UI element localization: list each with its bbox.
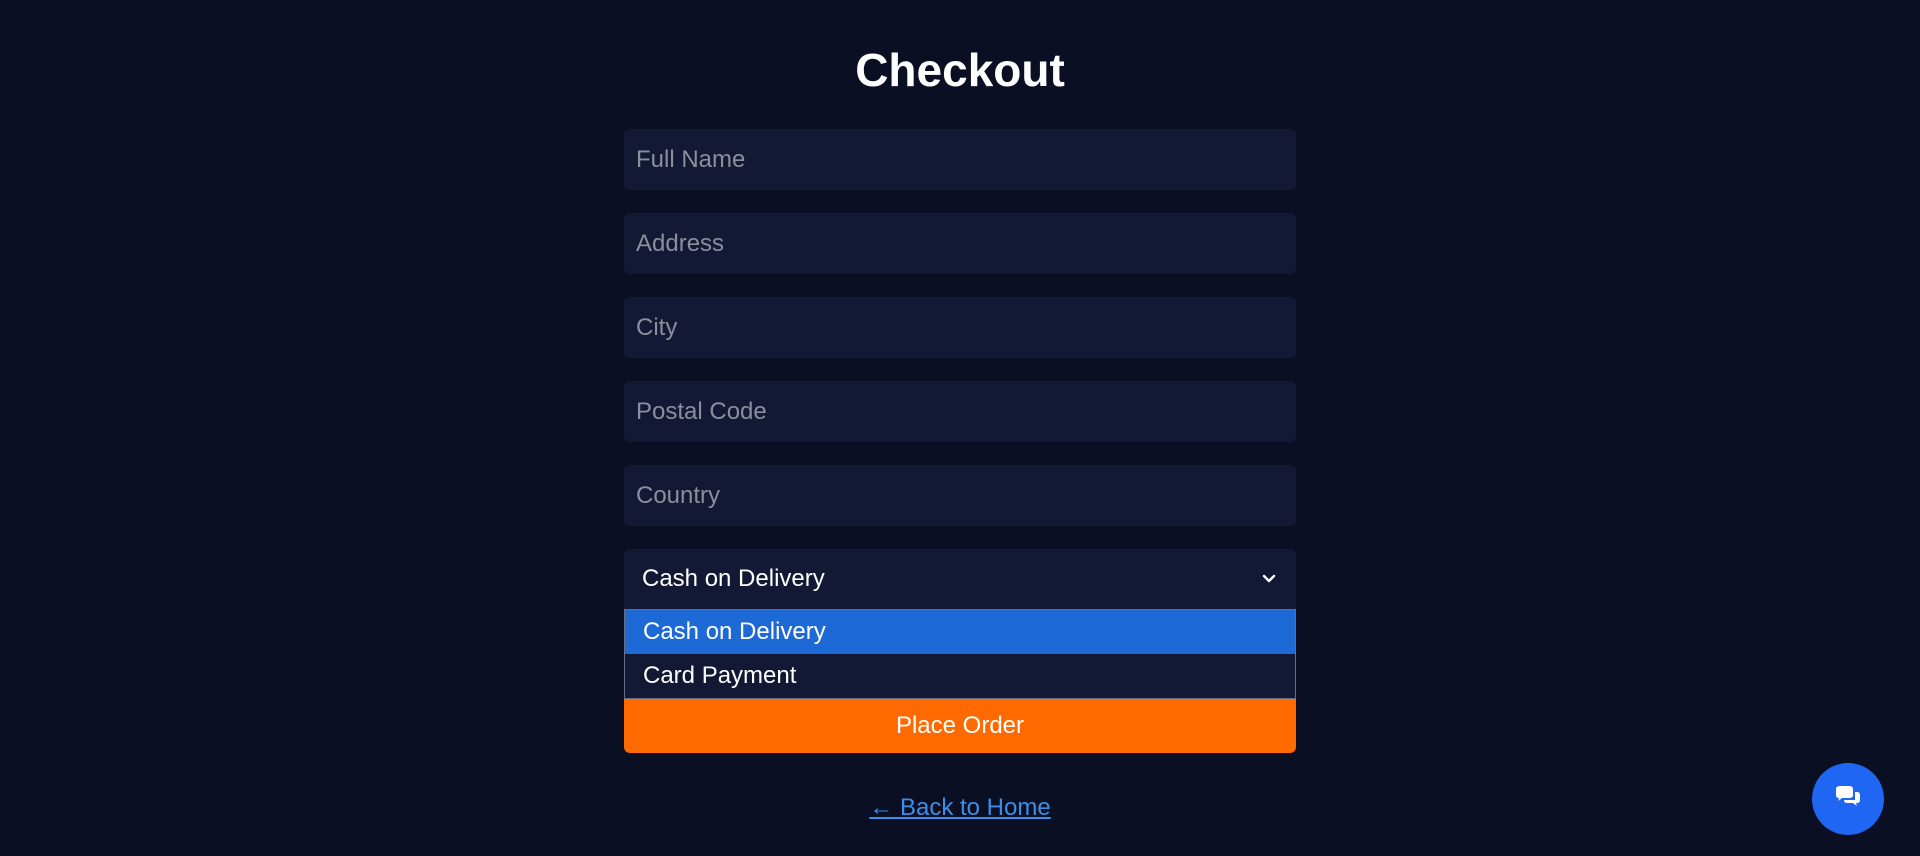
country-placeholder: Country [636, 481, 721, 509]
country-field[interactable]: Country [624, 465, 1296, 526]
payment-method-value: Cash on Delivery [642, 565, 825, 592]
city-placeholder: City [636, 313, 678, 341]
option-cash-on-delivery[interactable]: Cash on Delivery [625, 610, 1295, 654]
address-field[interactable]: Address [624, 213, 1296, 274]
place-order-label: Place Order [895, 712, 1025, 739]
checkout-form: Full Name Address City Postal Code Count… [624, 129, 1296, 753]
payment-method-select[interactable]: Cash on Delivery [624, 549, 1296, 609]
place-order-button[interactable]: Place Order [624, 699, 1296, 753]
payment-method-dropdown: Cash on Delivery Card Payment [624, 609, 1296, 699]
chat-bubbles-icon [1834, 785, 1862, 814]
chat-button[interactable] [1812, 763, 1884, 835]
back-link-container: ← Back to Home [0, 792, 1920, 824]
postal-code-field[interactable]: Postal Code [624, 381, 1296, 442]
address-placeholder: Address [636, 229, 725, 257]
full-name-placeholder: Full Name [636, 145, 746, 173]
chevron-down-icon [1260, 570, 1278, 588]
city-field[interactable]: City [624, 297, 1296, 358]
full-name-field[interactable]: Full Name [624, 129, 1296, 190]
checkout-page: Checkout Full Name Address City Postal C… [0, 0, 1920, 856]
page-title: Checkout [855, 44, 1065, 96]
option-label: Cash on Delivery [643, 618, 826, 645]
option-card-payment[interactable]: Card Payment [625, 654, 1295, 698]
postal-code-placeholder: Postal Code [636, 397, 767, 425]
back-to-home-link[interactable]: ← Back to Home [869, 794, 1050, 821]
option-label: Card Payment [643, 662, 797, 689]
